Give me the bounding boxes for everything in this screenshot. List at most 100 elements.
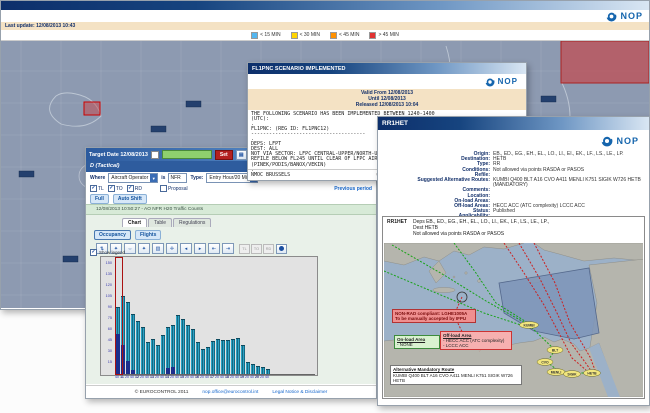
traffic-bar xyxy=(261,367,265,374)
last-update-text: Last update: 12/08/2013 10:43 xyxy=(5,23,75,29)
legend-color-swatch xyxy=(251,32,258,39)
checkbox-icon[interactable]: ✓ xyxy=(90,185,97,192)
show-legend-checkbox[interactable]: ✓ xyxy=(90,249,97,256)
filter-checkbox-tl[interactable]: ✓TL xyxy=(90,185,104,192)
x-tick-label: 20 xyxy=(245,375,249,379)
traffic-bar xyxy=(186,325,190,374)
x-tick-label: 15 xyxy=(180,375,184,379)
prev-icon[interactable]: ◂ xyxy=(180,243,192,254)
chart-area-panel: ChartTableRegulations OccupancyFlights ⇅… xyxy=(86,215,376,384)
tab-table[interactable]: Table xyxy=(148,218,172,227)
scenario-titlebar[interactable]: FL1PNC SCENARIO IMPLEMENTED xyxy=(248,63,526,74)
traffic-bar xyxy=(181,319,185,374)
show-legend-label: Show legend xyxy=(99,250,125,255)
filter-checkbox-to[interactable]: ✓TO xyxy=(108,185,123,192)
checkbox-icon[interactable]: ✓ xyxy=(108,185,115,192)
traffic-bar xyxy=(146,342,150,374)
y-tick-label: 60 xyxy=(101,327,112,331)
columns-icon[interactable]: ▥ xyxy=(152,243,164,254)
x-tick-label: 40 xyxy=(235,375,239,379)
zoom-out-icon[interactable]: ✦ xyxy=(138,243,150,254)
info-bar: 12/08/2013 10:50:27 - AO NFR H20 Traffic… xyxy=(86,204,376,215)
chart-x-axis-labels: 4011204012204013204014204015204016204017… xyxy=(115,375,269,379)
pan-icon[interactable]: ✛ xyxy=(166,243,178,254)
tab-regulations[interactable]: Regulations xyxy=(173,218,211,227)
map-window-titlebar[interactable] xyxy=(1,1,649,10)
target-date-input[interactable] xyxy=(162,150,212,159)
traffic-bar xyxy=(226,340,230,374)
y-tick-label: 120 xyxy=(101,283,112,287)
x-tick-label: 20 xyxy=(170,375,174,379)
refresh-icon[interactable] xyxy=(276,244,287,254)
x-tick-label: 40 xyxy=(220,375,224,379)
y-tick-label: 30 xyxy=(101,349,112,353)
fit-width-icon[interactable]: ⇔ xyxy=(124,243,136,254)
checkbox-row: ✓TL✓TO✓RDProposal Previous period xyxy=(86,184,376,193)
traffic-bar xyxy=(141,327,145,374)
toggle-to[interactable]: TO xyxy=(251,244,262,254)
traffic-bar xyxy=(216,339,220,374)
onload-item: - NONE xyxy=(397,342,437,347)
x-tick-label: 18 xyxy=(225,375,229,379)
offload-item2: - LCCC ACC xyxy=(443,343,509,348)
route-titlebar[interactable]: RR1HET xyxy=(378,117,649,130)
checkbox-icon[interactable] xyxy=(160,185,167,192)
legend-color-swatch xyxy=(369,32,376,39)
nop-logo-text: NOP xyxy=(498,77,518,86)
x-tick-label: 40 xyxy=(145,375,149,379)
filter-checkbox-proposal[interactable]: Proposal xyxy=(160,185,188,192)
tab-chart[interactable]: Chart xyxy=(122,218,147,227)
route-restriction-window: RR1HET NOP Origin:EB., ED., EG., EH., EL… xyxy=(377,116,650,406)
y-tick-label: 75 xyxy=(101,316,112,320)
traffic-bar-chart[interactable]: 153045607590105120135150 xyxy=(100,256,318,376)
x-tick-label: 20 xyxy=(125,375,129,379)
auto-shift-button[interactable]: Auto Shift xyxy=(113,194,147,204)
where-select-value: Aircraft Operator xyxy=(109,175,148,181)
calendar-icon[interactable] xyxy=(151,151,159,159)
traffic-bar xyxy=(176,315,180,374)
filter-checkbox-rd[interactable]: ✓RD xyxy=(127,185,142,192)
subtab-flights[interactable]: Flights xyxy=(135,230,161,240)
subtab-occupancy[interactable]: Occupancy xyxy=(94,230,131,240)
target-date-label: Target Date 12/08/2013 xyxy=(89,152,148,158)
checkbox-icon[interactable]: ✓ xyxy=(127,185,134,192)
full-button[interactable]: Full xyxy=(90,194,109,204)
footer-legal-link[interactable]: Legal Notice & Disclaimer xyxy=(272,390,327,395)
chevron-down-icon: ▼ xyxy=(150,174,157,182)
traffic-bar xyxy=(241,345,245,374)
x-tick-label: 20 xyxy=(255,375,259,379)
toggle-tl[interactable]: TL xyxy=(239,244,250,254)
y-tick-label: 105 xyxy=(101,294,112,298)
next-icon[interactable]: ▸ xyxy=(194,243,206,254)
x-tick-label: 20 xyxy=(260,375,264,379)
first-icon[interactable]: ⇤ xyxy=(208,243,220,254)
alternative-route-box: Alternative Mandatory Route KUMBI Q400 B… xyxy=(390,365,522,385)
traffic-bar xyxy=(191,329,195,374)
nop-logo-text: NOP xyxy=(620,11,643,21)
route-field-value: Not allowed via points RASDA or PASOS xyxy=(493,168,584,173)
last-icon[interactable]: ⇥ xyxy=(222,243,234,254)
is-input[interactable]: NFR xyxy=(168,173,187,183)
traffic-bar xyxy=(266,369,270,374)
checkbox-label: RD xyxy=(135,186,142,192)
traffic-bar xyxy=(256,366,260,374)
print-icon[interactable]: ▤ xyxy=(236,150,247,160)
set-button[interactable]: Set xyxy=(215,150,233,160)
previous-period-link[interactable]: Previous period xyxy=(334,186,372,192)
toggle-rd[interactable]: RD xyxy=(263,244,274,254)
legend-item: < 45 MIN xyxy=(330,32,359,39)
buttons-row: Full Auto Shift xyxy=(86,193,376,204)
y-tick-label: 15 xyxy=(101,360,112,364)
nonrad-warning-box: NON-RAD compliant: LGHE1005A To be manua… xyxy=(392,309,476,323)
route-box-header: RR1HET Deps EB., ED., EG., EH., EL., LO.… xyxy=(383,217,644,239)
traffic-bar xyxy=(166,327,170,374)
route-map[interactable]: KUMBI BLT CVO MENLI SIGIK HETB NON- xyxy=(384,243,643,397)
x-tick-label: 40 xyxy=(205,375,209,379)
where-select[interactable]: Aircraft Operator ▼ xyxy=(108,173,158,183)
x-tick-label: 17 xyxy=(210,375,214,379)
footer-email-link[interactable]: nop.office@eurocontrol.int xyxy=(202,390,258,395)
traffic-bar xyxy=(211,341,215,374)
traffic-bar xyxy=(196,342,200,374)
y-tick-label: 150 xyxy=(101,261,112,265)
legend-label: < 45 MIN xyxy=(339,32,359,38)
